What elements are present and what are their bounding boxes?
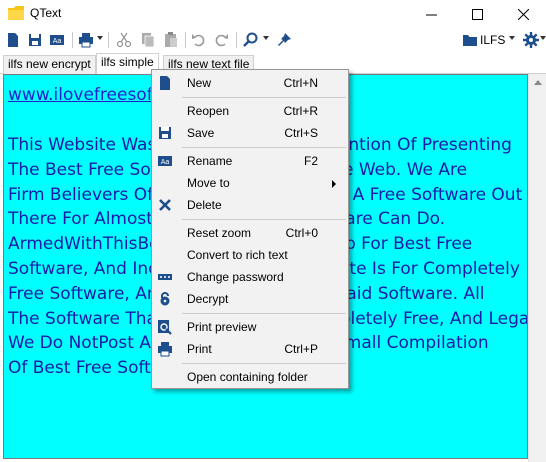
new-file-icon bbox=[160, 76, 170, 90]
print-preview-icon bbox=[158, 320, 172, 335]
title-bar: QText bbox=[0, 0, 546, 28]
context-menu: New Ctrl+N Reopen Ctrl+R Save Ctrl+S Aa … bbox=[151, 69, 349, 389]
menu-item-delete[interactable]: Delete bbox=[152, 194, 348, 216]
copy-icon[interactable] bbox=[140, 32, 156, 48]
menu-item-label: Delete bbox=[187, 198, 222, 212]
find-dropdown-arrow-icon[interactable] bbox=[263, 36, 269, 40]
rename-icon[interactable]: Aa bbox=[49, 32, 65, 48]
maximize-icon bbox=[471, 8, 483, 20]
menu-item-label: Move to bbox=[187, 176, 230, 190]
print-icon bbox=[158, 342, 172, 357]
tab-ilfs-new-encrypt[interactable]: ilfs new encrypt bbox=[3, 55, 96, 74]
password-icon bbox=[158, 274, 172, 280]
scroll-up-arrow-icon[interactable] bbox=[534, 80, 542, 85]
menu-item-reset-zoom[interactable]: Reset zoom Ctrl+0 bbox=[152, 222, 348, 244]
menu-separator bbox=[182, 363, 346, 364]
pin-icon[interactable] bbox=[276, 32, 292, 48]
menu-item-reopen[interactable]: Reopen Ctrl+R bbox=[152, 100, 348, 122]
menu-item-print-preview[interactable]: Print preview bbox=[152, 316, 348, 338]
menu-item-shortcut: Ctrl+S bbox=[284, 126, 318, 140]
menu-item-rename[interactable]: Aa Rename F2 bbox=[152, 150, 348, 172]
toolbar-separator bbox=[236, 32, 237, 48]
maximize-button[interactable] bbox=[454, 0, 500, 28]
menu-item-label: Open containing folder bbox=[187, 370, 308, 384]
svg-text:Aa: Aa bbox=[161, 159, 170, 166]
tab-label: ilfs new encrypt bbox=[8, 57, 91, 71]
menu-item-label: Change password bbox=[187, 270, 284, 284]
close-button[interactable] bbox=[500, 0, 546, 28]
menu-item-label: Rename bbox=[187, 154, 233, 168]
save-icon bbox=[159, 127, 171, 139]
toolbar: Aa ILFS bbox=[0, 28, 546, 52]
minimize-icon bbox=[425, 14, 437, 15]
menu-item-shortcut: F2 bbox=[303, 154, 318, 168]
toolbar-separator bbox=[72, 32, 73, 48]
save-icon[interactable] bbox=[27, 32, 43, 48]
print-icon[interactable] bbox=[78, 32, 94, 48]
menu-item-new[interactable]: New Ctrl+N bbox=[152, 72, 348, 94]
menu-item-convert-to-rich-text[interactable]: Convert to rich text bbox=[152, 244, 348, 266]
menu-item-label: Reset zoom bbox=[187, 226, 252, 240]
settings-dropdown-arrow-icon[interactable] bbox=[540, 36, 546, 40]
close-icon bbox=[517, 8, 529, 20]
gear-icon[interactable] bbox=[523, 32, 539, 48]
toolbar-separator bbox=[185, 32, 186, 48]
delete-icon bbox=[159, 199, 171, 211]
menu-item-shortcut: Ctrl+N bbox=[283, 76, 318, 90]
window-title: QText bbox=[30, 6, 62, 20]
minimize-button[interactable] bbox=[408, 0, 454, 28]
redo-icon[interactable] bbox=[213, 32, 229, 48]
decrypt-icon bbox=[160, 292, 170, 306]
menu-item-label: Convert to rich text bbox=[187, 248, 288, 262]
svg-text:Aa: Aa bbox=[53, 38, 62, 45]
ilfs-folder-icon[interactable] bbox=[462, 32, 478, 48]
tab-label: ilfs simple bbox=[101, 55, 154, 69]
menu-separator bbox=[182, 97, 346, 98]
find-icon[interactable] bbox=[243, 32, 259, 48]
menu-item-shortcut: Ctrl+0 bbox=[285, 226, 318, 240]
menu-separator bbox=[182, 147, 346, 148]
new-file-icon[interactable] bbox=[5, 32, 21, 48]
menu-item-print[interactable]: Print Ctrl+P bbox=[152, 338, 348, 360]
cut-icon[interactable] bbox=[116, 32, 132, 48]
menu-item-label: Print preview bbox=[187, 320, 257, 334]
toolbar-separator bbox=[108, 32, 109, 48]
ilfs-dropdown-arrow-icon[interactable] bbox=[509, 36, 515, 40]
menu-item-label: Decrypt bbox=[187, 292, 229, 306]
menu-item-label: Save bbox=[187, 126, 215, 140]
folder-app-icon bbox=[8, 6, 24, 20]
submenu-arrow-icon bbox=[332, 180, 336, 188]
menu-item-decrypt[interactable]: Decrypt bbox=[152, 288, 348, 310]
menu-item-move-to[interactable]: Move to bbox=[152, 172, 348, 194]
menu-item-label: Reopen bbox=[187, 104, 230, 118]
vertical-scrollbar[interactable] bbox=[528, 74, 546, 462]
paste-icon[interactable] bbox=[163, 32, 179, 48]
undo-icon[interactable] bbox=[191, 32, 207, 48]
rename-icon: Aa bbox=[158, 156, 172, 166]
menu-item-change-password[interactable]: Change password bbox=[152, 266, 348, 288]
menu-item-label: Print bbox=[187, 342, 212, 356]
menu-item-shortcut: Ctrl+P bbox=[284, 342, 318, 356]
tab-ilfs-simple[interactable]: ilfs simple bbox=[96, 53, 159, 75]
menu-item-save[interactable]: Save Ctrl+S bbox=[152, 122, 348, 144]
print-dropdown-arrow-icon[interactable] bbox=[97, 36, 103, 40]
menu-item-shortcut: Ctrl+R bbox=[283, 104, 318, 118]
ilfs-folder-label[interactable]: ILFS bbox=[480, 33, 505, 47]
menu-item-label: New bbox=[187, 76, 212, 90]
menu-separator bbox=[182, 219, 346, 220]
menu-item-open-containing-folder[interactable]: Open containing folder bbox=[152, 366, 348, 388]
menu-separator bbox=[182, 313, 346, 314]
